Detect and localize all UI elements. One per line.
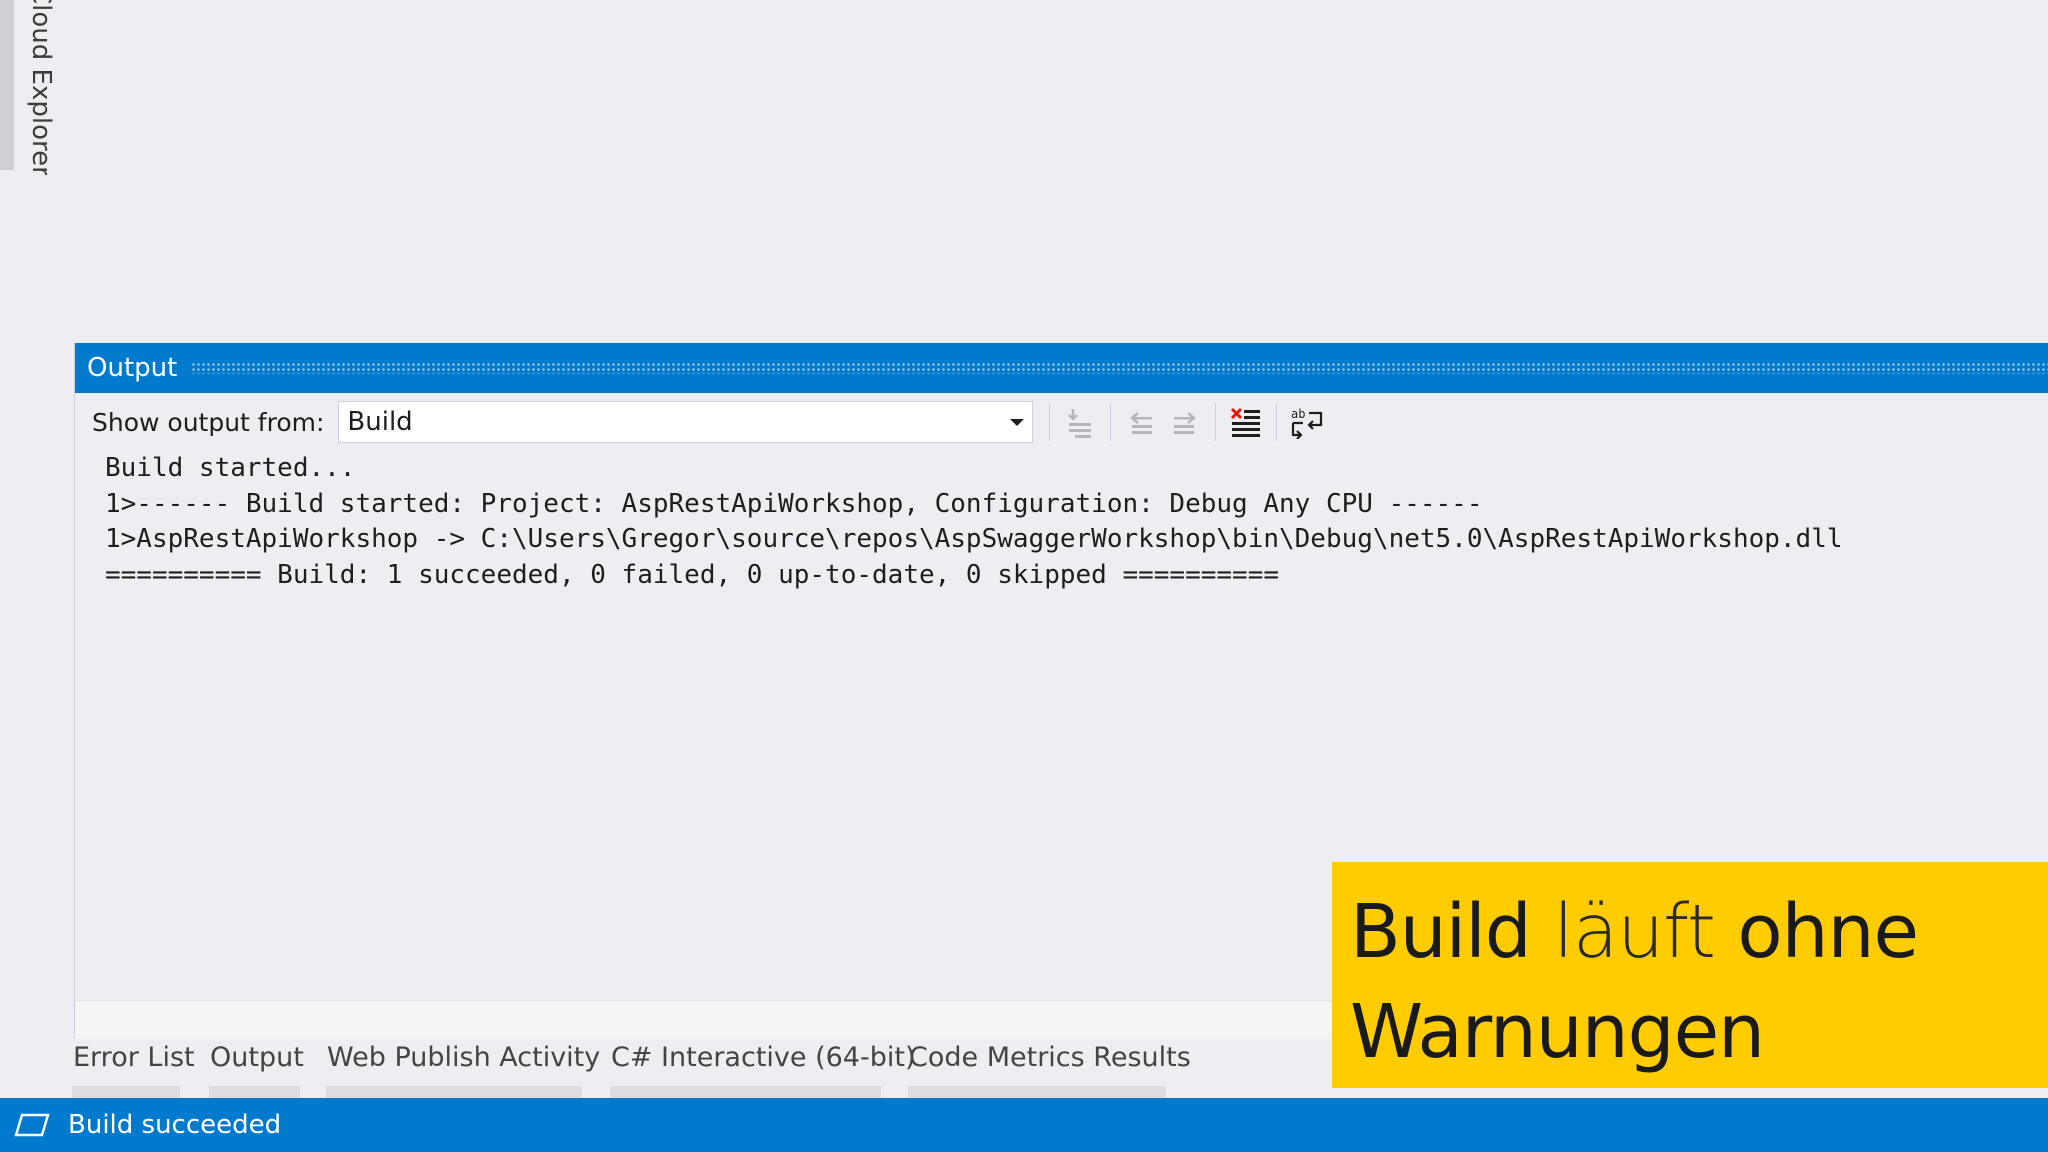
caption-word: läuft [1553,889,1716,975]
tab-label: C# Interactive (64-bit) [611,1042,916,1073]
side-strip [0,0,14,170]
go-to-error-icon [1068,409,1092,438]
tab-underline [72,1086,180,1098]
caption-word: Warnungen [1350,989,1765,1075]
next-message-button[interactable] [1163,400,1207,444]
toolbar-separator [1215,403,1217,441]
status-bar: Build succeeded [0,1098,2048,1152]
show-output-from-label: Show output from: [92,407,325,437]
tab-output[interactable]: Output [209,1038,304,1098]
tab-underline [209,1086,300,1098]
toggle-word-wrap-icon: ab [1291,407,1323,439]
clear-all-button[interactable] [1224,400,1268,444]
output-source-value: Build [347,407,413,437]
tab-web-publish-activity[interactable]: Web Publish Activity [326,1038,600,1098]
tab-underline [326,1086,582,1098]
caption-word: Build [1350,889,1532,975]
build-status-icon [14,1113,50,1137]
tab-code-metrics-results[interactable]: Code Metrics Results [908,1038,1191,1098]
previous-message-button[interactable] [1119,400,1163,444]
output-line: 1>AspRestApiWorkshop -> C:\Users\Gregor\… [105,524,1843,554]
chevron-down-icon [1010,419,1025,426]
output-line: ========== Build: 1 succeeded, 0 failed,… [105,559,1279,590]
output-line: 1>------ Build started: Project: AspRest… [105,488,1483,519]
caption-line-2: Warnungen [1350,982,2048,1082]
output-source-select[interactable]: Build [338,401,1034,443]
tab-csharp-interactive[interactable]: C# Interactive (64-bit) [610,1038,915,1098]
clear-all-icon [1231,407,1261,437]
output-title: Output [87,353,178,383]
tab-underline [908,1086,1166,1098]
next-message-icon [1174,412,1197,434]
caption-word: ohne [1737,889,1919,975]
tab-label: Error List [73,1042,195,1073]
toolbar-separator [1049,403,1051,441]
output-line: Build started... [105,453,356,483]
go-to-error-button[interactable] [1058,400,1102,444]
tab-label: Output [210,1042,304,1073]
caption-overlay: Build läuft ohne Warnungen [1332,862,2048,1088]
previous-message-icon [1130,412,1153,434]
tab-label: Web Publish Activity [327,1042,601,1073]
cloud-explorer-tab[interactable]: Cloud Explorer [20,0,60,175]
tab-label: Code Metrics Results [909,1042,1191,1073]
toolbar-separator [1110,403,1112,441]
output-text-area[interactable]: Build started... 1>------ Build started: … [105,451,2048,593]
svg-text:ab: ab [1291,407,1305,421]
toolbar-separator [1276,403,1278,441]
cloud-explorer-label: Cloud Explorer [26,0,56,175]
horizontal-scrollbar[interactable] [75,1000,1335,1039]
tab-error-list[interactable]: Error List [72,1038,195,1098]
toggle-word-wrap-button[interactable]: ab [1285,400,1329,444]
title-grip [191,362,2048,374]
output-toolbar: Show output from: Build ab [75,393,2048,451]
output-title-bar[interactable]: Output [75,343,2048,393]
caption-line-1: Build läuft ohne [1350,882,2048,982]
tab-underline [610,1086,881,1098]
status-text: Build succeeded [68,1110,282,1140]
